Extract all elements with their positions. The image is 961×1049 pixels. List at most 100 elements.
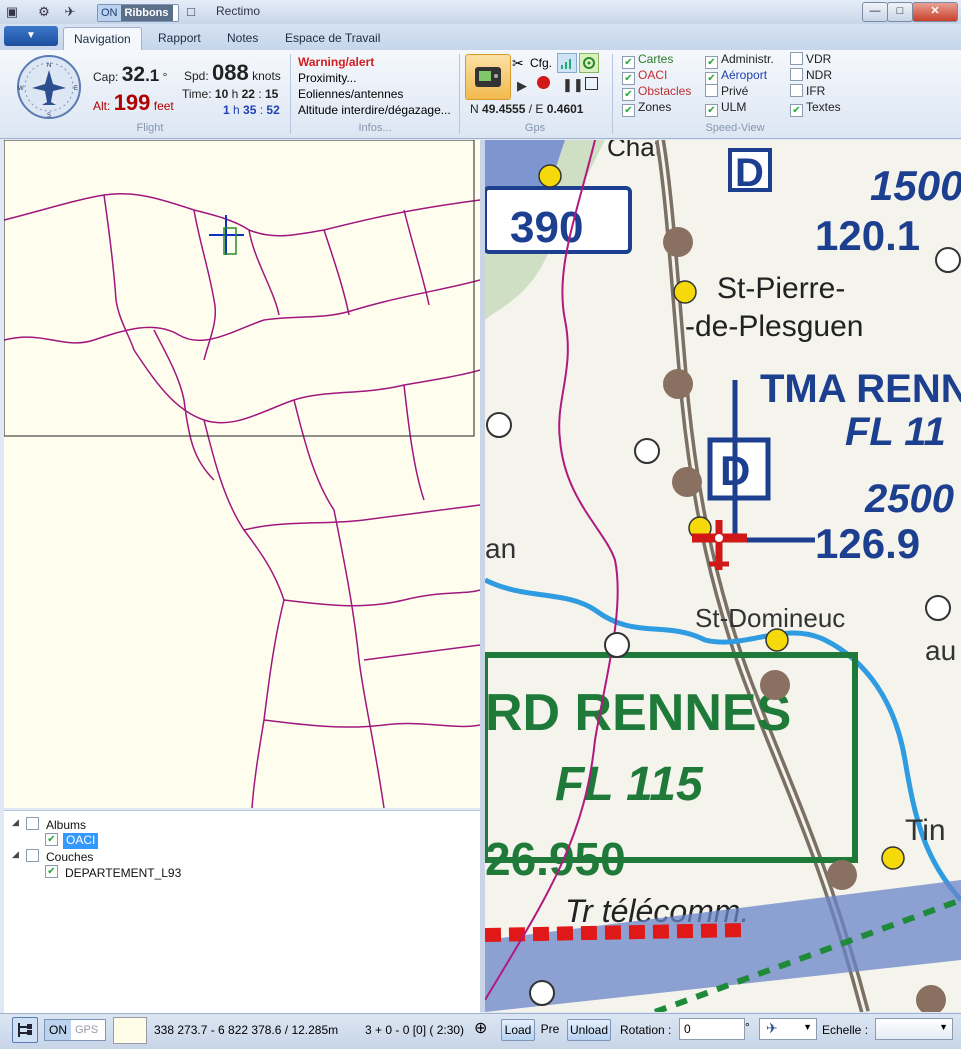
- svg-text:W: W: [18, 86, 24, 92]
- tab-navigation[interactable]: Navigation: [63, 27, 142, 51]
- tab-notes[interactable]: Notes: [217, 27, 268, 50]
- chart-label-2500: 2500: [864, 477, 954, 521]
- speedview-item-aéroport[interactable]: ✔ Aéroport: [705, 67, 774, 85]
- speedview-col1: ✔ Cartes ✔ OACI ✔ Obstacles ✔ Zones: [622, 51, 691, 117]
- speedview-item-zones[interactable]: ✔ Zones: [622, 99, 691, 117]
- plane-icon[interactable]: ✈: [62, 4, 78, 20]
- record-icon[interactable]: [537, 76, 550, 89]
- chevron-down-icon: ▼: [939, 1022, 948, 1032]
- gps-n-value: 49.4555: [482, 102, 526, 116]
- pause-icon[interactable]: ❚❚: [562, 77, 584, 93]
- collapse-icon[interactable]: ◢: [12, 849, 19, 860]
- tree-couches[interactable]: Couches: [46, 850, 93, 866]
- speedview-item-privé[interactable]: Privé: [705, 83, 774, 99]
- ribbons-toggle[interactable]: ON Ribbons: [97, 4, 179, 22]
- svg-text:S: S: [47, 113, 51, 119]
- speedview-checkbox[interactable]: [790, 84, 803, 97]
- load-button[interactable]: Load: [501, 1019, 535, 1041]
- orientation-dropdown[interactable]: ✈ ▼: [759, 1018, 817, 1040]
- infos-eoliennes[interactable]: Eoliennes/antennes: [298, 86, 451, 102]
- speedview-checkbox[interactable]: [790, 52, 803, 65]
- square-icon[interactable]: □: [183, 4, 199, 20]
- tab-rapport[interactable]: Rapport: [148, 27, 211, 50]
- unload-button[interactable]: Unload: [567, 1019, 611, 1041]
- gps-device-icon: [475, 67, 501, 87]
- window-menu-icon[interactable]: ▣: [4, 4, 20, 20]
- speedview-label: Privé: [721, 84, 749, 98]
- speedview-checkbox[interactable]: ✔: [622, 104, 635, 117]
- app-menu-button[interactable]: ▼: [4, 26, 58, 46]
- speedview-item-administr.[interactable]: ✔ Administr.: [705, 51, 774, 69]
- app-title: Rectimo: [216, 4, 261, 18]
- chart-label-tin: Tin: [905, 814, 946, 847]
- infos-proximity[interactable]: Proximity...: [298, 70, 451, 86]
- speedview-checkbox[interactable]: [705, 84, 718, 97]
- overview-map[interactable]: [4, 140, 480, 808]
- ribbon-separator: [290, 54, 291, 134]
- tools-icon[interactable]: ✂: [512, 55, 524, 72]
- settings-icon[interactable]: ⚙: [36, 4, 52, 20]
- dept-checkbox[interactable]: ✔: [45, 865, 58, 878]
- gps-device-button[interactable]: [465, 54, 511, 100]
- rotation-input[interactable]: 0: [679, 1018, 745, 1040]
- speedview-checkbox[interactable]: ✔: [790, 104, 803, 117]
- infos-altitude[interactable]: Altitude interdire/dégazage...: [298, 102, 451, 118]
- collapse-icon[interactable]: ◢: [12, 817, 19, 828]
- speedview-label: NDR: [806, 68, 832, 82]
- gps-toggle[interactable]: ON GPS: [44, 1019, 106, 1041]
- speedview-item-textes[interactable]: ✔ Textes: [790, 99, 841, 117]
- tree-albums[interactable]: Albums: [46, 818, 86, 834]
- signal-icon[interactable]: [557, 53, 577, 73]
- rotation-label: Rotation :: [620, 1023, 672, 1037]
- speedview-label: IFR: [806, 84, 826, 98]
- target-icon[interactable]: [579, 53, 599, 73]
- maximize-button[interactable]: □: [887, 2, 913, 22]
- alt-value: 199: [113, 90, 151, 115]
- coords-readout: 338 273.7 - 6 822 378.6 / 12.285m: [154, 1023, 339, 1037]
- speedview-item-cartes[interactable]: ✔ Cartes: [622, 51, 691, 69]
- speedview-item-ndr[interactable]: NDR: [790, 67, 841, 83]
- albums-checkbox[interactable]: [26, 817, 39, 830]
- chart-label-an: an: [485, 533, 516, 564]
- play-icon[interactable]: ▶: [517, 78, 527, 94]
- gps-coords: N 49.4555 / E 0.4601: [470, 102, 584, 116]
- speedview-item-obstacles[interactable]: ✔ Obstacles: [622, 83, 691, 101]
- color-swatch[interactable]: [113, 1017, 147, 1044]
- echelle-dropdown[interactable]: ▼: [875, 1018, 953, 1040]
- speedview-label: Zones: [638, 100, 672, 114]
- cap-label: Cap:: [93, 70, 119, 84]
- gps-n-label: N: [470, 102, 479, 116]
- infos-warning[interactable]: Warning/alert: [298, 54, 451, 70]
- speedview-checkbox[interactable]: ✔: [705, 104, 718, 117]
- svg-text:N: N: [47, 63, 51, 69]
- speedview-checkbox[interactable]: [790, 68, 803, 81]
- gps-cfg[interactable]: Cfg.: [530, 56, 552, 70]
- speedview-item-ifr[interactable]: IFR: [790, 83, 841, 99]
- zoom-icon[interactable]: ⊕: [474, 1018, 487, 1038]
- speedview-item-ulm[interactable]: ✔ ULM: [705, 99, 774, 117]
- elapsed-m: 35: [243, 103, 257, 117]
- tree-toggle-icon[interactable]: [12, 1017, 38, 1043]
- pre-button[interactable]: Pre: [539, 1019, 561, 1039]
- oaci-checkbox[interactable]: ✔: [45, 833, 58, 846]
- tree-departement[interactable]: DEPARTEMENT_L93: [65, 866, 181, 882]
- time-m: 22: [241, 87, 255, 101]
- stop-icon[interactable]: [585, 77, 598, 90]
- alt-unit: feet: [153, 99, 174, 113]
- chart-label-1500: 1500: [870, 162, 961, 209]
- couches-checkbox[interactable]: [26, 849, 39, 862]
- speedview-label: Administr.: [721, 52, 774, 66]
- gps-e-label: E: [535, 102, 544, 116]
- chart-label-tma-renn: TMA RENN: [760, 367, 961, 411]
- cap-int: 32: [121, 63, 146, 86]
- orientation-icon: ✈: [766, 1020, 778, 1036]
- close-button[interactable]: ✕: [912, 2, 958, 22]
- tab-espace-de-travail[interactable]: Espace de Travail: [275, 27, 390, 50]
- oaci-chart-map[interactable]: 390 Chat. St-Pierre- -de-Plesguen D 1500…: [485, 140, 961, 1012]
- cap-unit: °: [162, 70, 168, 84]
- speedview-item-vdr[interactable]: VDR: [790, 51, 841, 67]
- tree-oaci[interactable]: OACI: [63, 833, 99, 849]
- minimize-button[interactable]: —: [862, 2, 888, 22]
- group-infos-label: Infos...: [358, 122, 392, 134]
- speedview-item-oaci[interactable]: ✔ OACI: [622, 67, 691, 85]
